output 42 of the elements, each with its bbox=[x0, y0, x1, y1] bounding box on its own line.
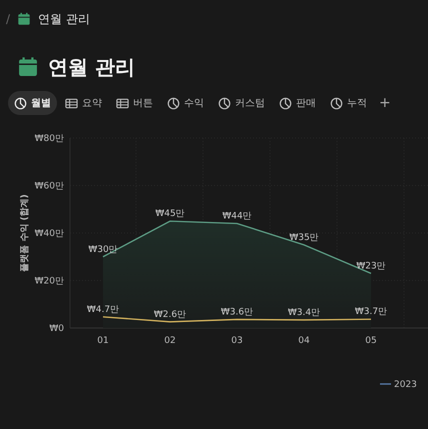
data-label: ₩3.7만 bbox=[354, 307, 388, 318]
axis-label: ₩80만 bbox=[34, 134, 64, 144]
axis-label: 05 bbox=[365, 336, 377, 346]
data-label: ₩30만 bbox=[88, 244, 118, 255]
add-view-button[interactable]: + bbox=[375, 93, 395, 113]
view-tab[interactable]: 버튼 bbox=[110, 91, 159, 115]
data-label: ₩35만 bbox=[289, 232, 319, 243]
pie-chart-icon bbox=[167, 96, 180, 110]
data-label: ₩3.4만 bbox=[288, 308, 320, 318]
legend-item: 2023 bbox=[380, 380, 417, 390]
breadcrumb-separator: / bbox=[6, 12, 10, 26]
calendar-icon bbox=[17, 12, 32, 26]
table-icon bbox=[65, 96, 78, 110]
page-title: 연월 관리 bbox=[48, 54, 135, 80]
data-label: ₩44만 bbox=[222, 212, 252, 222]
axis-label: ₩0 bbox=[49, 324, 64, 334]
pie-chart-icon bbox=[218, 96, 231, 110]
view-tab[interactable]: 수익 bbox=[161, 91, 210, 115]
axis-label: 03 bbox=[231, 336, 243, 346]
calendar-icon bbox=[17, 56, 39, 78]
view-tab[interactable]: 요약 bbox=[59, 91, 108, 115]
axis-label: ₩40만 bbox=[34, 229, 64, 239]
axis-title: 플랫폼 수익 (합계) bbox=[20, 194, 30, 272]
pie-chart-icon bbox=[14, 96, 27, 110]
view-tab[interactable]: 커스텀 bbox=[212, 91, 271, 115]
breadcrumb-link[interactable]: 연월 관리 bbox=[38, 10, 90, 28]
pie-chart-icon bbox=[330, 96, 343, 110]
axis-label: 01 bbox=[97, 336, 109, 346]
table-icon bbox=[116, 96, 129, 110]
data-label: ₩2.6만 bbox=[154, 310, 186, 320]
view-tab[interactable]: 판매 bbox=[273, 91, 322, 115]
data-label: ₩45만 bbox=[155, 209, 185, 220]
axis-label: 02 bbox=[164, 336, 176, 346]
view-tab[interactable]: 누적 bbox=[324, 91, 373, 115]
axis-label: ₩20만 bbox=[34, 276, 64, 286]
data-label: ₩4.7만 bbox=[86, 304, 120, 315]
data-label: ₩3.6만 bbox=[220, 307, 254, 318]
view-tab[interactable]: 월별 bbox=[8, 91, 57, 115]
axis-label: ₩60만 bbox=[34, 182, 64, 192]
pie-chart-icon bbox=[279, 96, 292, 110]
axis-label: 04 bbox=[298, 336, 310, 346]
data-label: ₩23만 bbox=[356, 261, 386, 272]
